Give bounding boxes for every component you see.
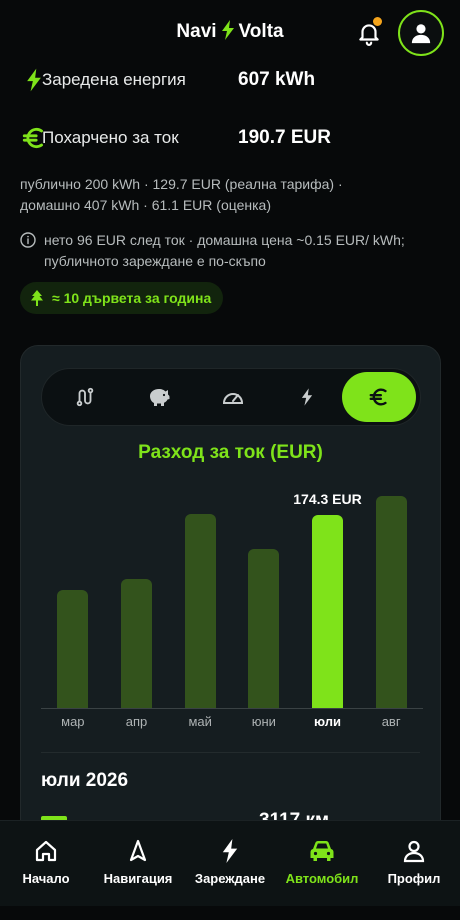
chart-value-label: 174.3 EUR: [293, 490, 362, 507]
route-icon: [76, 387, 94, 407]
trees-badge-label: ≈ 10 дървета за година: [52, 290, 212, 306]
chart-baseline: [41, 708, 423, 709]
profile-icon: [403, 840, 425, 863]
chart-bar[interactable]: [375, 495, 407, 708]
chart-x-tick-label: апр: [125, 714, 148, 729]
segment-savings[interactable]: [122, 372, 196, 422]
trees-badge: ≈ 10 дървета за година: [20, 282, 224, 314]
chart-x-tick-label: мар: [61, 714, 85, 729]
cost-note: нето 96 EUR след ток · домашна цена ~0.1…: [44, 232, 405, 269]
breakdown-line-1: публично 200 kWh · 129.7 EUR (реална тар…: [20, 176, 343, 192]
chart-bar[interactable]: [121, 579, 152, 708]
stat-cost-label: Похарчено за ток: [42, 128, 179, 147]
avatar-button[interactable]: [398, 10, 444, 56]
segment-cost[interactable]: [342, 372, 416, 422]
stats-card: Разход за ток (EUR) мар апр май юни юли 174.3…: [20, 345, 441, 865]
piggy-bank-icon: [150, 389, 170, 406]
chart-bar[interactable]: [248, 549, 280, 708]
tab-vehicle[interactable]: Автомобил: [272, 839, 372, 886]
chart-title: Разход за ток (EUR): [138, 442, 323, 463]
segment-route[interactable]: [48, 372, 122, 422]
segment-energy[interactable]: [270, 372, 344, 422]
tab-charging-label: Зареждане: [194, 871, 266, 886]
period-title: юли 2026: [41, 770, 129, 791]
brand-logo: Navi Volta: [0, 20, 460, 46]
tab-home-label: Начало: [22, 871, 70, 886]
brand-name-left: Navi: [176, 21, 217, 42]
home-indicator-area: [0, 906, 460, 920]
card-divider: [41, 752, 420, 753]
breakdown-line-2: домашно 407 kWh · 61.1 EUR (оценка): [20, 197, 271, 213]
bolt-icon: [222, 839, 238, 863]
segment-speed[interactable]: [196, 372, 270, 422]
stat-energy-value: 607 kWh: [238, 69, 316, 90]
chart-bar[interactable]: [184, 513, 216, 708]
tab-navigation[interactable]: Навигация: [88, 839, 188, 886]
chart-x-tick-label: май: [188, 714, 212, 729]
tab-vehicle-label: Автомобил: [285, 871, 359, 886]
tab-profile[interactable]: Профил: [364, 839, 460, 886]
bottom-tab-bar: Начало Навигация Зареждане Автомобил Про…: [0, 820, 460, 906]
metric-segmented-control: [41, 368, 421, 426]
bolt-icon: [301, 388, 313, 406]
car-icon: [310, 841, 334, 861]
cost-bar-chart: мар апр май юни юли 174.3 EUR авг: [41, 486, 423, 738]
stat-energy-label: Заредена енергия: [42, 70, 186, 89]
chart-x-tick-label: авг: [381, 714, 401, 729]
tab-navigation-label: Навигация: [103, 871, 173, 886]
user-icon: [411, 24, 431, 44]
bolt-icon: [221, 20, 235, 46]
brand-name-right: Volta: [238, 21, 284, 42]
tree-icon: [31, 290, 43, 306]
chart-x-tick-label: юни: [251, 714, 276, 729]
euro-icon: [369, 388, 387, 406]
tab-home[interactable]: Начало: [0, 839, 96, 886]
chart-bar[interactable]: [57, 590, 89, 708]
chart-x-tick-label: юли: [313, 714, 342, 729]
navigation-icon: [129, 839, 147, 862]
notification-badge: [373, 17, 382, 26]
stat-cost-value: 190.7 EUR: [238, 127, 331, 148]
tab-profile-label: Профил: [387, 871, 441, 886]
info-icon: [20, 232, 36, 248]
tab-charging[interactable]: Зареждане: [180, 839, 280, 886]
speedometer-icon: [222, 393, 244, 404]
chart-bar[interactable]: [312, 514, 343, 708]
home-icon: [35, 840, 57, 862]
app-header: Navi Volta: [0, 0, 460, 64]
